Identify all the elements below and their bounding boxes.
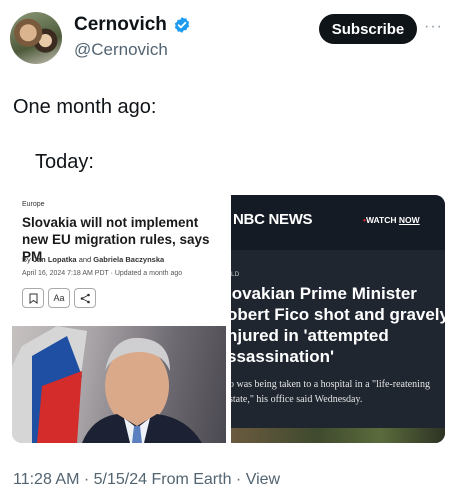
tweet-timestamp[interactable]: 11:28 AM · 5/15/24 From Earth · View: [13, 471, 280, 489]
author-name[interactable]: Cernovich: [74, 14, 167, 36]
article-byline: By Jan Lopatka and Gabriela Baczynska: [22, 255, 164, 264]
share-icon: [74, 288, 96, 308]
more-options-icon[interactable]: ···: [424, 18, 443, 36]
nbc-headline: lovakian Prime Minister obert Fico shot …: [231, 284, 445, 366]
article-dateline: April 16, 2024 7:18 AM PDT · Updated a m…: [22, 270, 183, 277]
avatar[interactable]: [10, 12, 62, 64]
nbc-news-article-image[interactable]: NBC NEWS •WATCH NOW LD lovakian Prime Mi…: [231, 195, 445, 443]
nbc-subtext: o was being taken to a hospital in a "li…: [231, 379, 430, 405]
author-name-row: Cernovich: [74, 14, 191, 36]
text-size-icon: Aa: [48, 288, 70, 308]
byline-prefix: By: [22, 255, 33, 264]
article-photo-illustration: [12, 326, 202, 443]
tweet-text-line-2: Today:: [35, 151, 94, 173]
nbc-bottom-photo-strip: [231, 428, 445, 443]
article-category: Europe: [22, 201, 45, 208]
nbc-news-logo: NBC NEWS: [233, 211, 313, 228]
article-tag: LD: [231, 271, 240, 278]
tweet-text-line-1: One month ago:: [13, 96, 157, 118]
subscribe-button[interactable]: Subscribe: [319, 14, 417, 44]
verified-badge-icon: [174, 17, 190, 33]
nbc-header-bar: NBC NEWS •WATCH NOW: [231, 195, 445, 250]
bookmark-icon: [22, 288, 44, 308]
reuters-article-image[interactable]: Europe Slovakia will not implement new E…: [12, 195, 226, 443]
article-photo: [12, 326, 226, 443]
author-handle[interactable]: @Cernovich: [74, 40, 168, 60]
tweet-header: Cernovich @Cernovich Subscribe ···: [10, 10, 449, 66]
watch-now-label: NOW: [398, 215, 420, 225]
byline-author-2: Gabriela Baczynska: [93, 255, 165, 264]
byline-and: and: [76, 255, 94, 264]
watch-label: WATCH: [365, 215, 399, 225]
watch-now-link: •WATCH NOW: [363, 215, 420, 225]
article-actions: Aa: [22, 288, 96, 308]
byline-author-1: Jan Lopatka: [32, 255, 77, 264]
